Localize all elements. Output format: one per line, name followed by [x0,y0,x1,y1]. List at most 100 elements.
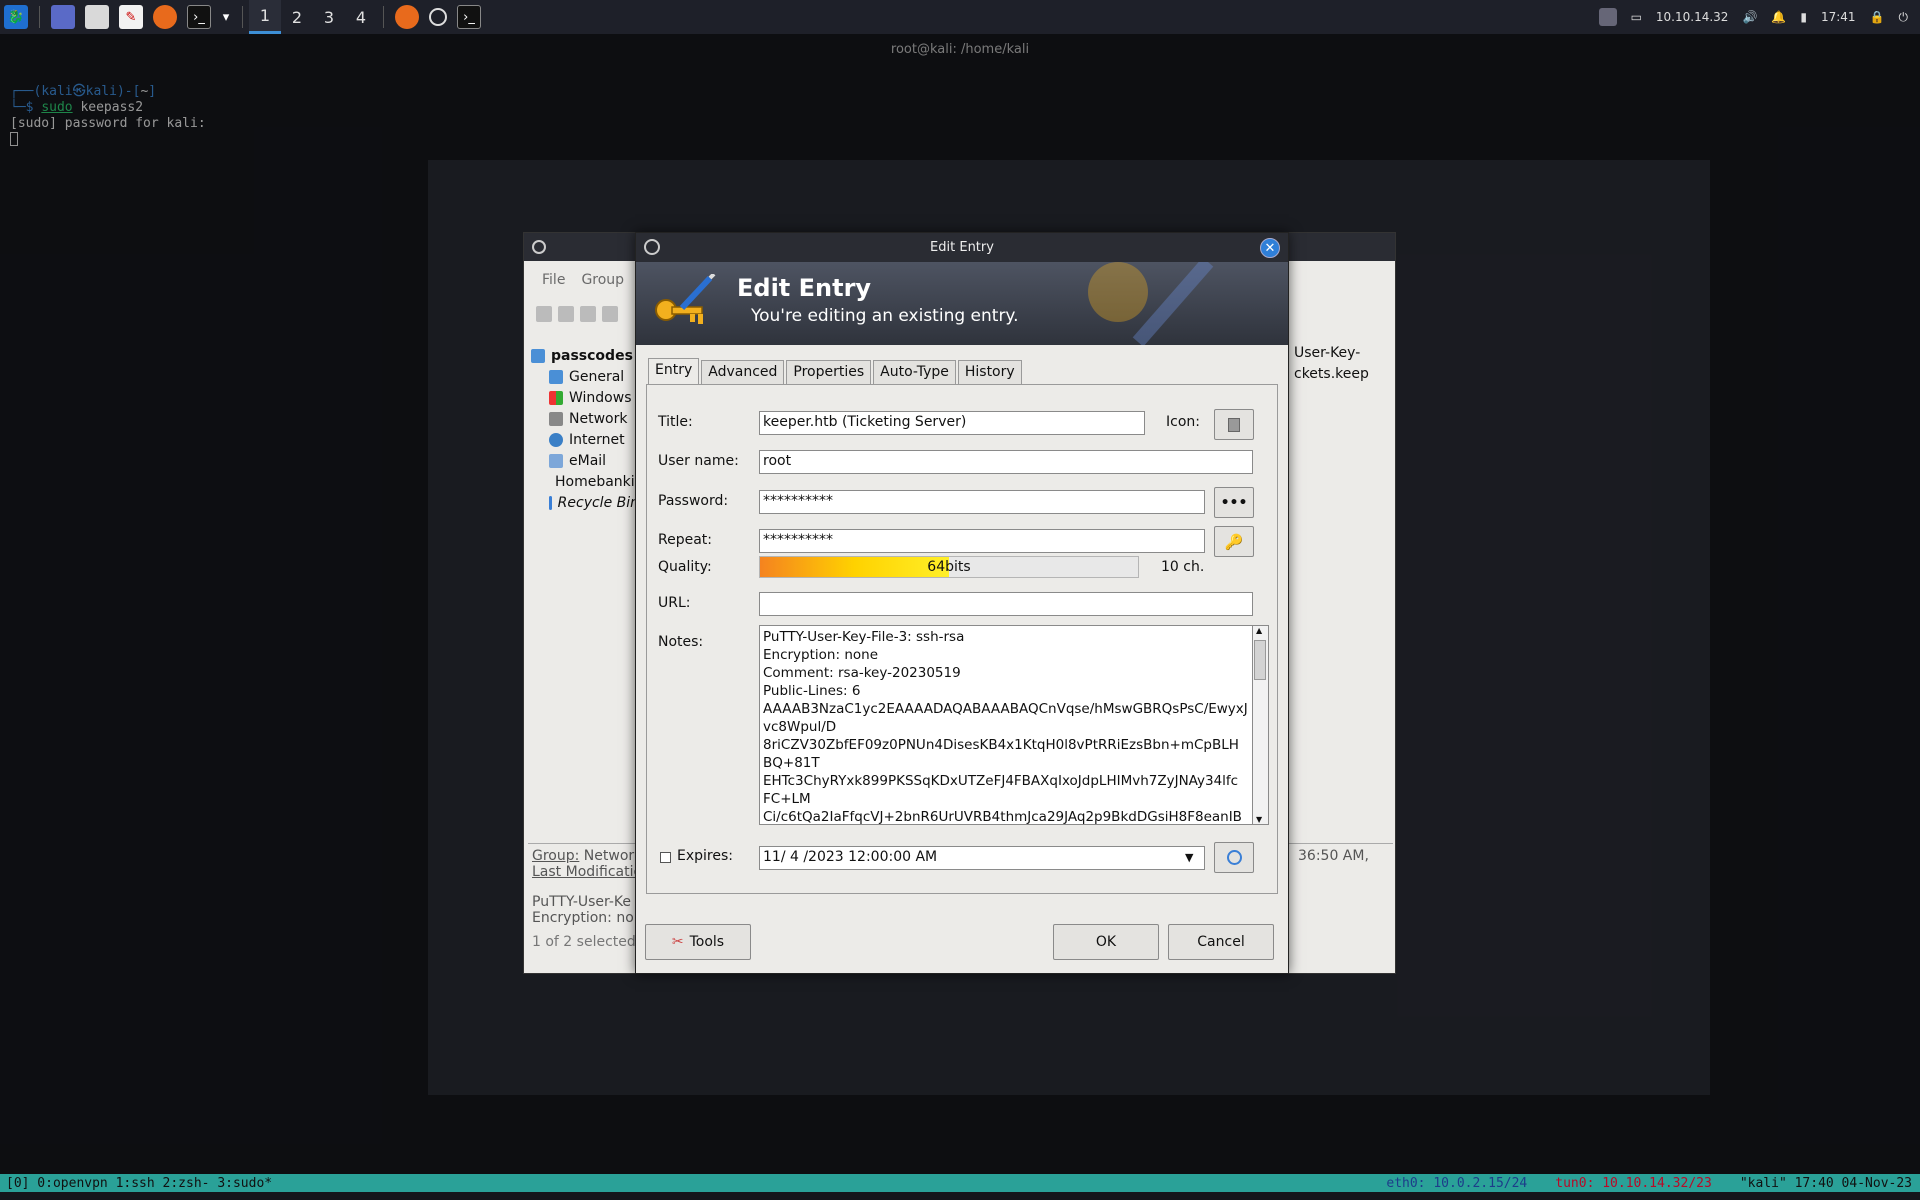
expiry-presets-button[interactable] [1214,842,1254,873]
entry-cell[interactable]: User-Key- [1294,345,1394,366]
entry-tab-panel: Title: keeper.htb (Ticketing Server) Ico… [646,384,1278,894]
dialog-tabs: Entry Advanced Properties Auto-Type Hist… [648,358,1024,384]
display-icon[interactable]: ▭ [1631,10,1642,24]
desktop-icon[interactable] [51,5,75,29]
scroll-up-icon[interactable]: ▲ [1256,626,1262,635]
battery-icon[interactable]: ▮ [1800,10,1807,24]
kali-menu-icon[interactable]: 🐉 [4,5,28,29]
group-label: Group: [532,848,580,864]
edit-key-icon [655,274,716,324]
workspace-3[interactable]: 3 [313,0,345,34]
clock[interactable]: 17:41 [1821,10,1856,24]
icon-label: Icon: [1166,414,1200,430]
tools-button[interactable]: ✂ Tools [645,924,751,960]
terminal-icon[interactable]: ›_ [187,5,211,29]
chevron-down-icon[interactable]: ▼ [1185,851,1193,864]
password-length: 10 ch. [1161,559,1205,575]
taskbar: 🐉 ✎ ›_ ▾ 1 2 3 4 ›_ ▭ 10.10.14.32 🔊 🔔 ▮ … [0,0,1920,34]
title-field[interactable]: keeper.htb (Ticketing Server) [759,411,1145,435]
expires-checkbox[interactable] [660,852,671,863]
terminal-task-icon[interactable]: ›_ [457,5,481,29]
clock-icon [1226,850,1242,865]
keepass-task-icon[interactable] [429,8,447,26]
notes-scrollbar[interactable]: ▲ ▼ [1253,625,1269,825]
volume-icon[interactable]: 🔊 [1742,10,1757,24]
new-db-icon[interactable] [536,306,552,322]
tab-entry[interactable]: Entry [648,358,700,384]
workspace-1[interactable]: 1 [249,0,281,34]
last-modification-label: Last Modificatio [532,864,643,880]
tree-root[interactable]: passcodes [529,345,639,366]
entry-cell[interactable]: ckets.keep [1294,366,1394,387]
firefox-task-icon[interactable] [395,5,419,29]
repeat-label: Repeat: [658,532,712,548]
taskbar-divider [242,6,243,28]
keepass-lock-icon [532,240,546,254]
tree-item-internet[interactable]: Internet [529,429,639,450]
quality-label: Quality: [658,559,712,575]
scroll-thumb[interactable] [1254,640,1266,680]
tab-history[interactable]: History [957,360,1022,384]
keepass-tray-icon[interactable] [1598,8,1617,26]
tree-item-homebanking[interactable]: Homebanking [529,471,652,492]
password-field[interactable]: ********** [759,490,1205,514]
globe-icon [549,432,563,447]
taskbar-divider [383,6,384,28]
dialog-titlebar: Edit Entry ✕ [636,233,1288,262]
close-icon[interactable]: ✕ [1260,238,1280,258]
menu-group[interactable]: Group [581,272,624,288]
password-generator-button[interactable]: 🔑 [1214,526,1254,557]
email-icon [549,453,563,468]
keepass-lock-icon [644,239,660,255]
group-value: Network [583,848,643,864]
quality-unit: bits [945,559,971,575]
quality-bar: 64 bits [759,556,1139,578]
group-tree: passcodes General Windows Network Intern… [529,345,652,513]
add-entry-icon[interactable] [602,306,618,322]
tab-auto-type[interactable]: Auto-Type [873,360,956,384]
entry-list-fragment: User-Key- ckets.keep [1294,345,1394,387]
text-editor-icon[interactable]: ✎ [119,5,143,29]
notification-bell-icon[interactable]: 🔔 [1771,10,1786,24]
ok-button[interactable]: OK [1053,924,1159,960]
tab-advanced[interactable]: Advanced [701,360,785,384]
tree-item-network[interactable]: Network [529,408,639,429]
scroll-down-icon[interactable]: ▼ [1256,815,1262,824]
banner-watermark [1088,262,1214,345]
expires-field[interactable]: 11/ 4 /2023 12:00:00 AM [759,846,1205,870]
lock-icon[interactable]: 🔒 [1870,10,1885,24]
tab-properties[interactable]: Properties [786,360,872,384]
folder-icon [531,348,545,363]
tmux-eth0: eth0: 10.0.2.15/24 [1386,1175,1528,1191]
notes-textarea[interactable]: PuTTY-User-Key-File-3: ssh-rsa Encryptio… [759,625,1253,825]
chevron-down-icon[interactable]: ▾ [221,5,231,29]
folder-icon [549,369,563,384]
firefox-icon[interactable] [153,5,177,29]
tree-item-general[interactable]: General [529,366,639,387]
url-field[interactable] [759,592,1253,616]
system-tray: ▭ 10.10.14.32 🔊 🔔 ▮ 17:41 🔒 ⏻ [1598,0,1920,34]
notes-label: Notes: [658,634,704,650]
workspace-2[interactable]: 2 [281,0,313,34]
repeat-field[interactable]: ********** [759,529,1205,553]
vpn-ip-label: 10.10.14.32 [1655,10,1729,24]
menu-file[interactable]: File [542,272,565,288]
files-icon[interactable] [85,5,109,29]
username-label: User name: [658,453,739,469]
tree-item-windows[interactable]: Windows [529,387,639,408]
open-db-icon[interactable] [558,306,574,322]
show-password-button[interactable]: ••• [1214,487,1254,518]
username-field[interactable]: root [759,450,1253,474]
icon-picker-button[interactable] [1214,409,1254,440]
save-db-icon[interactable] [580,306,596,322]
workspace-4[interactable]: 4 [345,0,377,34]
banner-subtitle: You're editing an existing entry. [751,306,1019,326]
cancel-button[interactable]: Cancel [1168,924,1274,960]
edit-entry-dialog: Edit Entry ✕ Edit Entry You're editing a… [635,232,1289,974]
tmux-windows: [0] 0:openvpn 1:ssh 2:zsh- 3:sudo* [6,1175,273,1191]
tmux-status-bar: [0] 0:openvpn 1:ssh 2:zsh- 3:sudo* eth0:… [0,1174,1920,1192]
quality-bits: 64 [927,559,946,575]
power-icon[interactable]: ⏻ [1899,10,1909,25]
tree-item-recycle-bin[interactable]: Recycle Bin [529,492,639,513]
tree-item-email[interactable]: eMail [529,450,639,471]
